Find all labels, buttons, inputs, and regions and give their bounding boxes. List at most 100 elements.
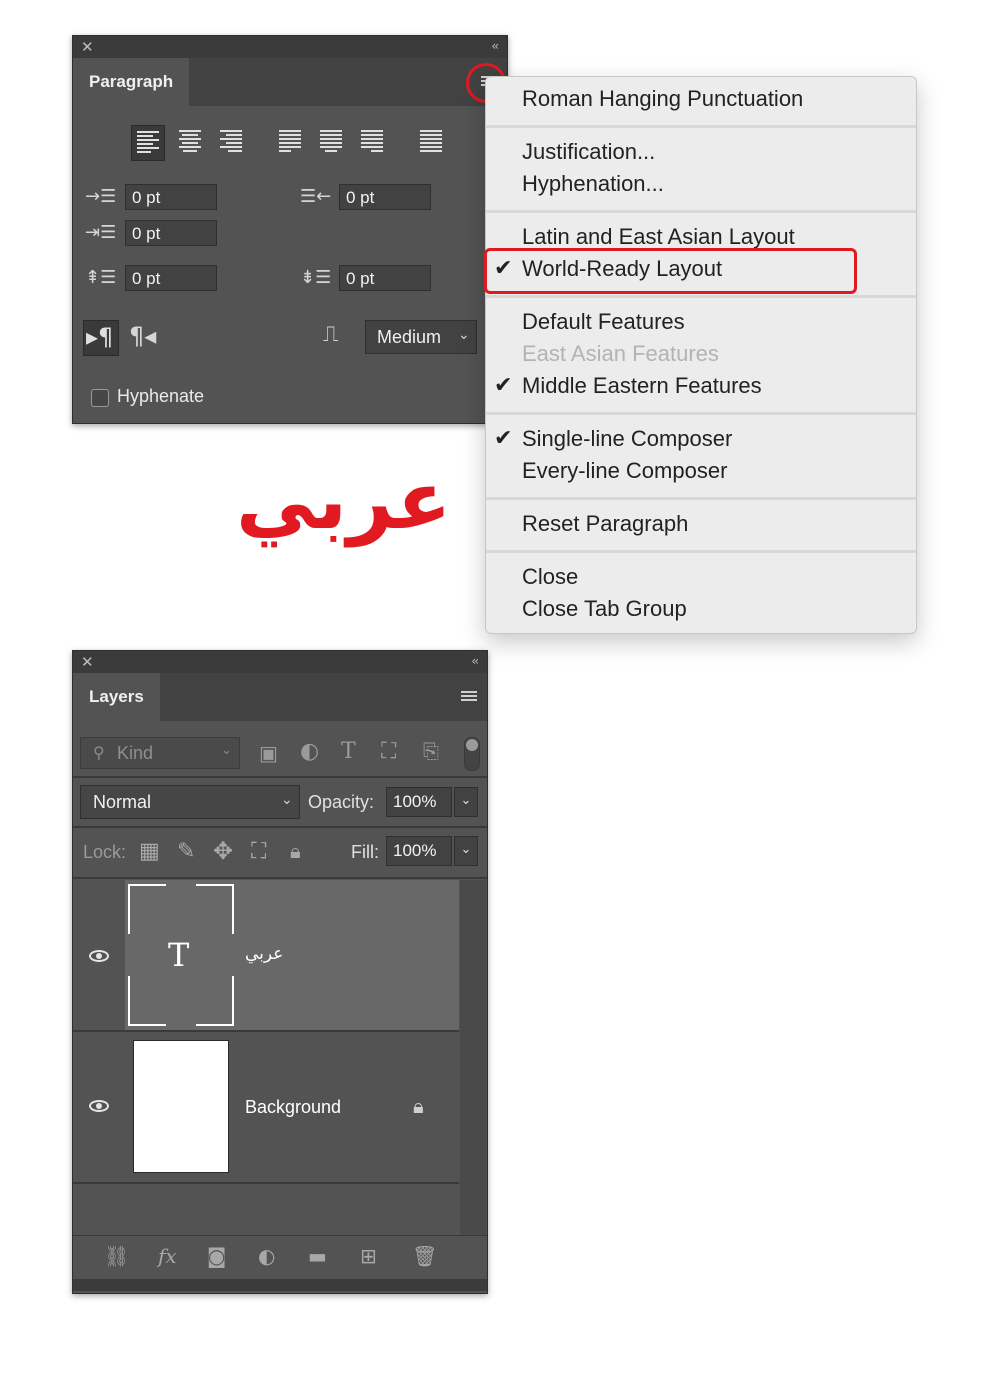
eye-icon[interactable] (89, 1100, 109, 1112)
menu-item-reset-paragraph[interactable]: Reset Paragraph (522, 511, 688, 537)
link-layers-icon[interactable]: ⛓ (104, 1244, 129, 1268)
chevron-down-icon: ⌄ (281, 792, 293, 808)
layer-row-text[interactable]: T عربي (73, 880, 459, 1030)
blend-mode-select[interactable]: Normal ⌄ (80, 785, 300, 819)
tab-strip: Paragraph (73, 58, 507, 106)
divider (73, 1182, 459, 1184)
collapse-icon[interactable]: ‹‹ (471, 654, 478, 668)
space-before-field[interactable]: 0 pt (125, 265, 217, 291)
hyphenate-checkbox[interactable] (91, 389, 109, 407)
divider (73, 826, 487, 828)
layers-scrollbar[interactable] (460, 880, 486, 1235)
resize-grip[interactable] (73, 1279, 487, 1291)
opacity-dropdown-button[interactable]: ⌄ (454, 787, 478, 817)
menu-item-hyphenation[interactable]: Hyphenation... (522, 171, 664, 197)
space-after-field[interactable]: 0 pt (339, 265, 431, 291)
space-after-icon: ⇟☰ (300, 267, 332, 288)
lock-label: Lock: (83, 842, 127, 862)
shape-filter-icon[interactable]: ⛶ (381, 739, 396, 764)
rtl-direction-button[interactable]: ▸¶ (83, 320, 119, 356)
layers-panel: ✕ ‹‹ Layers ⚲ Kind ⌄ ▣ ◐ T ⛶ ⎘ Normal ⌄ … (72, 650, 488, 1294)
lock-artboard-icon[interactable]: ⛶ (251, 839, 266, 864)
kashida-select[interactable]: Medium ⌄ (365, 320, 477, 354)
panel-titlebar: ✕ ‹‹ (73, 36, 507, 58)
menu-item-single-line-composer[interactable]: Single-line Composer (522, 426, 732, 452)
ltr-paragraph-icon[interactable]: ¶◂ (129, 322, 156, 350)
menu-item-middle-eastern-features[interactable]: Middle Eastern Features (522, 373, 762, 399)
justify-all-button[interactable] (414, 125, 448, 161)
smart-object-filter-icon[interactable]: ⎘ (423, 739, 439, 763)
indent-right-field[interactable]: 0 pt (339, 184, 431, 210)
fill-field[interactable]: 100% (386, 836, 452, 866)
menu-separator (486, 497, 916, 500)
lock-position-move-icon[interactable]: ✥ (213, 837, 233, 865)
search-icon: ⚲ (93, 743, 105, 762)
collapse-icon[interactable]: ‹‹ (491, 39, 498, 53)
canvas-arabic-text: عربي (236, 454, 452, 547)
fill-label: Fill: (351, 842, 379, 862)
panel-titlebar: ✕ ‹‹ (73, 651, 487, 673)
bracket-corner (196, 976, 234, 1026)
lock-all-icon[interactable]: 🔒︎ (290, 839, 301, 863)
type-filter-icon[interactable]: T (341, 739, 356, 764)
world-ready-highlight-box (484, 248, 857, 294)
checkmark-icon: ✔ (494, 426, 513, 451)
hyphenate-label: Hyphenate (117, 386, 205, 406)
kashida-value: Medium (377, 327, 442, 347)
menu-item-default-features[interactable]: Default Features (522, 309, 685, 335)
menu-separator (486, 125, 916, 128)
align-left-button[interactable] (131, 125, 165, 161)
lock-transparency-icon[interactable]: ▦ (139, 839, 160, 864)
new-group-folder-icon[interactable]: ▬ (308, 1244, 327, 1268)
layer-name-background: Background (245, 1097, 342, 1117)
layer-mask-icon[interactable]: ◙ (207, 1244, 226, 1268)
menu-item-justification[interactable]: Justification... (522, 139, 655, 165)
opacity-label: Opacity: (308, 792, 375, 812)
justify-last-center-button[interactable] (314, 125, 348, 161)
layer-lock-icon[interactable]: 🔒︎ (413, 1094, 424, 1118)
bracket-corner (128, 884, 166, 934)
tab-paragraph[interactable]: Paragraph (73, 58, 190, 106)
menu-item-every-line-composer[interactable]: Every-line Composer (522, 458, 727, 484)
indent-left-field[interactable]: 0 pt (125, 184, 217, 210)
menu-separator (486, 295, 916, 298)
image-filter-icon[interactable]: ▣ (259, 741, 278, 765)
tab-layers[interactable]: Layers (73, 673, 160, 721)
indent-first-line-field[interactable]: 0 pt (125, 220, 217, 246)
justify-last-left-button[interactable] (273, 125, 307, 161)
checkmark-icon: ✔ (494, 373, 513, 398)
kashida-icon: ⎍ (323, 322, 339, 347)
align-center-button[interactable] (173, 125, 207, 161)
panel-menu-icon[interactable] (461, 691, 477, 703)
adjustment-layer-icon[interactable]: ◐ (258, 1244, 275, 1268)
layer-name-text: عربي (245, 944, 284, 964)
menu-item-latin-east-asian[interactable]: Latin and East Asian Layout (522, 224, 795, 250)
bracket-corner (196, 884, 234, 934)
layer-filter-select[interactable]: ⚲ Kind ⌄ (80, 737, 240, 769)
fill-dropdown-button[interactable]: ⌄ (454, 836, 478, 866)
new-layer-icon[interactable]: ⊞ (360, 1244, 377, 1268)
menu-item-close-tab-group[interactable]: Close Tab Group (522, 596, 687, 622)
menu-separator (486, 550, 916, 553)
filter-toggle-switch[interactable] (464, 737, 480, 771)
toggle-knob (466, 739, 478, 751)
justify-last-right-button[interactable] (355, 125, 389, 161)
chevron-down-icon: ⌄ (458, 327, 470, 343)
filter-kind-label: Kind (117, 743, 154, 763)
tab-strip: Layers (73, 673, 487, 721)
fx-icon[interactable]: fx (158, 1244, 177, 1268)
trash-icon[interactable]: 🗑︎ (412, 1244, 437, 1268)
menu-item-close[interactable]: Close (522, 564, 578, 590)
opacity-field[interactable]: 100% (386, 787, 452, 817)
layer-row-background[interactable]: Background 🔒︎ (73, 1032, 459, 1182)
panel-flyout-menu: Roman Hanging Punctuation Justification.… (485, 76, 917, 634)
lock-image-brush-icon[interactable]: ✎ (177, 839, 195, 864)
adjustment-filter-icon[interactable]: ◐ (300, 739, 319, 764)
eye-icon[interactable] (89, 950, 109, 962)
align-right-button[interactable] (214, 125, 248, 161)
paragraph-panel: ✕ ‹‹ Paragraph →☰ 0 pt ☰← 0 pt ⇥☰ 0 pt ⇞… (72, 35, 508, 424)
layer-thumbnail-background (133, 1040, 229, 1173)
close-icon[interactable]: ✕ (81, 38, 94, 56)
menu-item-roman-hanging[interactable]: Roman Hanging Punctuation (522, 86, 803, 112)
close-icon[interactable]: ✕ (81, 653, 94, 671)
